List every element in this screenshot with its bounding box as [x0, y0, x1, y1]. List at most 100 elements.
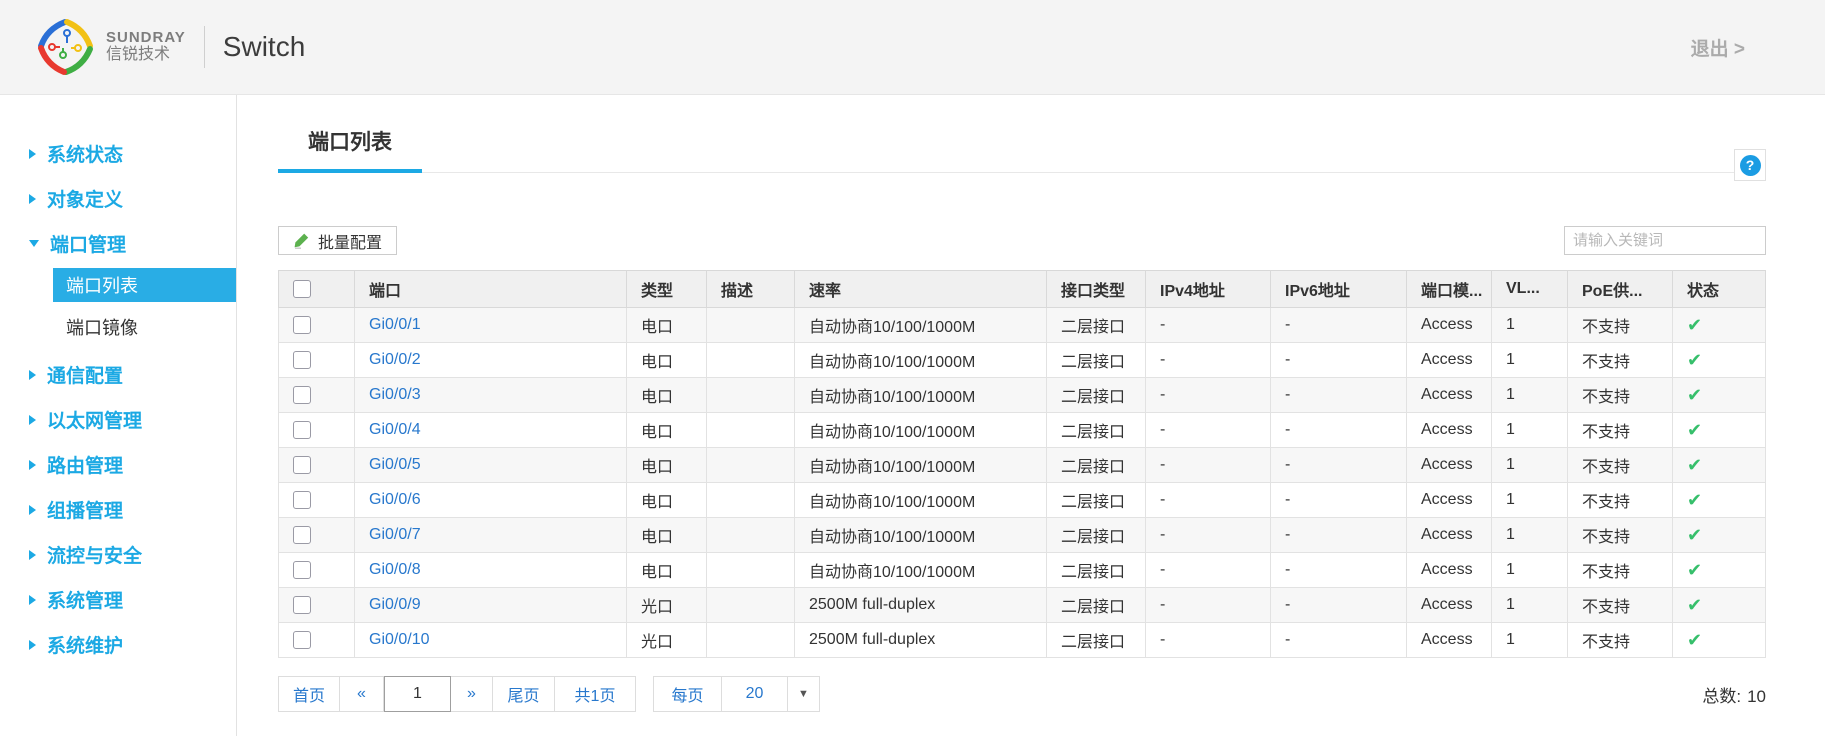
- row-checkbox[interactable]: [293, 631, 311, 649]
- per-page-dropdown-button[interactable]: ▼: [788, 677, 819, 711]
- table-row: Gi0/0/7 电口 自动协商10/100/1000M 二层接口 - - Acc…: [279, 518, 1766, 553]
- sidebar-item-system-status[interactable]: 系统状态: [0, 131, 236, 176]
- column-header-ipv6: IPv6地址: [1271, 271, 1407, 308]
- row-checkbox[interactable]: [293, 351, 311, 369]
- tab-port-list[interactable]: 端口列表: [278, 118, 422, 173]
- row-checkbox[interactable]: [293, 316, 311, 334]
- toolbar: 批量配置: [278, 226, 1766, 255]
- port-link[interactable]: Gi0/0/6: [369, 491, 421, 508]
- port-link[interactable]: Gi0/0/7: [369, 526, 421, 543]
- total-count-value: 10: [1747, 687, 1766, 706]
- sidebar-item-routing-management[interactable]: 路由管理: [0, 442, 236, 487]
- description-cell: [707, 378, 795, 413]
- port-link[interactable]: Gi0/0/5: [369, 456, 421, 473]
- row-checkbox[interactable]: [293, 421, 311, 439]
- total-count: 总数:10: [1702, 682, 1766, 707]
- port-mode-cell: Access: [1407, 413, 1492, 448]
- top-header: SUNDRAY 信锐技术 Switch 退出 >: [0, 0, 1825, 95]
- brand-name-en: SUNDRAY: [106, 29, 186, 46]
- ipv6-cell: -: [1271, 308, 1407, 343]
- sidebar-item-flow-control-security[interactable]: 流控与安全: [0, 532, 236, 577]
- type-cell: 电口: [627, 413, 707, 448]
- table-header-row: 端口 类型 描述 速率 接口类型 IPv4地址 IPv6地址 端口模... VL…: [279, 271, 1766, 308]
- row-checkbox[interactable]: [293, 386, 311, 404]
- port-cell: Gi0/0/2: [355, 343, 627, 378]
- row-checkbox-cell: [279, 518, 355, 553]
- search-input[interactable]: [1564, 226, 1766, 255]
- status-up-check-icon: ✔: [1687, 315, 1702, 335]
- sidebar-item-label: 以太网管理: [47, 406, 142, 433]
- pagination-row: 首页 « » 尾页 共1页 每页 20 ▼ 总数:10: [278, 676, 1766, 712]
- batch-config-label: 批量配置: [318, 229, 382, 253]
- sidebar-item-system-management[interactable]: 系统管理: [0, 577, 236, 622]
- select-all-checkbox[interactable]: [293, 280, 311, 298]
- sidebar-item-ethernet-management[interactable]: 以太网管理: [0, 397, 236, 442]
- port-mode-cell: Access: [1407, 553, 1492, 588]
- ipv6-cell: -: [1271, 378, 1407, 413]
- ipv6-cell: -: [1271, 623, 1407, 658]
- sidebar-item-communication-config[interactable]: 通信配置: [0, 352, 236, 397]
- port-link[interactable]: Gi0/0/1: [369, 316, 421, 333]
- status-up-check-icon: ✔: [1687, 385, 1702, 405]
- port-link[interactable]: Gi0/0/10: [369, 631, 429, 648]
- prev-page-button[interactable]: «: [340, 677, 384, 711]
- row-checkbox[interactable]: [293, 491, 311, 509]
- status-up-check-icon: ✔: [1687, 525, 1702, 545]
- port-cell: Gi0/0/6: [355, 483, 627, 518]
- caret-right-icon: [29, 149, 36, 159]
- per-page-value[interactable]: 20: [722, 677, 788, 711]
- port-link[interactable]: Gi0/0/8: [369, 561, 421, 578]
- description-cell: [707, 518, 795, 553]
- port-link[interactable]: Gi0/0/3: [369, 386, 421, 403]
- interface-type-cell: 二层接口: [1047, 343, 1146, 378]
- last-page-button[interactable]: 尾页: [493, 677, 555, 711]
- status-cell: ✔: [1673, 413, 1766, 448]
- row-checkbox[interactable]: [293, 596, 311, 614]
- caret-right-icon: [29, 595, 36, 605]
- sidebar-item-multicast-management[interactable]: 组播管理: [0, 487, 236, 532]
- port-mode-cell: Access: [1407, 343, 1492, 378]
- port-link[interactable]: Gi0/0/4: [369, 421, 421, 438]
- row-checkbox-cell: [279, 308, 355, 343]
- row-checkbox[interactable]: [293, 526, 311, 544]
- sidebar-item-system-maintenance[interactable]: 系统维护: [0, 622, 236, 667]
- vlan-cell: 1: [1492, 553, 1568, 588]
- sidebar-item-port-management[interactable]: 端口管理: [0, 221, 236, 266]
- description-cell: [707, 343, 795, 378]
- main-content: 端口列表 ? 批量配置: [237, 95, 1825, 736]
- status-cell: ✔: [1673, 308, 1766, 343]
- port-link[interactable]: Gi0/0/9: [369, 596, 421, 613]
- sidebar-subitem-port-mirroring[interactable]: 端口镜像: [53, 310, 236, 344]
- caret-right-icon: [29, 415, 36, 425]
- port-link[interactable]: Gi0/0/2: [369, 351, 421, 368]
- pencil-icon: [293, 232, 310, 249]
- sidebar-subitem-port-list[interactable]: 端口列表: [53, 268, 236, 302]
- row-checkbox-cell: [279, 623, 355, 658]
- page-number-input[interactable]: [384, 676, 451, 712]
- status-cell: ✔: [1673, 343, 1766, 378]
- description-cell: [707, 553, 795, 588]
- port-cell: Gi0/0/10: [355, 623, 627, 658]
- poe-cell: 不支持: [1568, 378, 1673, 413]
- logout-button[interactable]: 退出 >: [1691, 34, 1745, 61]
- help-button[interactable]: ?: [1734, 149, 1766, 181]
- row-checkbox[interactable]: [293, 456, 311, 474]
- type-cell: 电口: [627, 518, 707, 553]
- vlan-cell: 1: [1492, 483, 1568, 518]
- row-checkbox[interactable]: [293, 561, 311, 579]
- next-page-button[interactable]: »: [451, 677, 493, 711]
- ipv4-cell: -: [1146, 518, 1271, 553]
- sidebar-item-label: 系统管理: [47, 586, 123, 613]
- dropdown-arrow-icon: ▼: [798, 688, 809, 700]
- sidebar-item-object-definition[interactable]: 对象定义: [0, 176, 236, 221]
- first-page-button[interactable]: 首页: [279, 677, 340, 711]
- speed-cell: 自动协商10/100/1000M: [795, 483, 1047, 518]
- interface-type-cell: 二层接口: [1047, 588, 1146, 623]
- port-cell: Gi0/0/4: [355, 413, 627, 448]
- batch-config-button[interactable]: 批量配置: [278, 226, 397, 255]
- port-cell: Gi0/0/8: [355, 553, 627, 588]
- ipv4-cell: -: [1146, 553, 1271, 588]
- speed-cell: 自动协商10/100/1000M: [795, 553, 1047, 588]
- interface-type-cell: 二层接口: [1047, 448, 1146, 483]
- sidebar-item-label: 端口管理: [50, 230, 126, 257]
